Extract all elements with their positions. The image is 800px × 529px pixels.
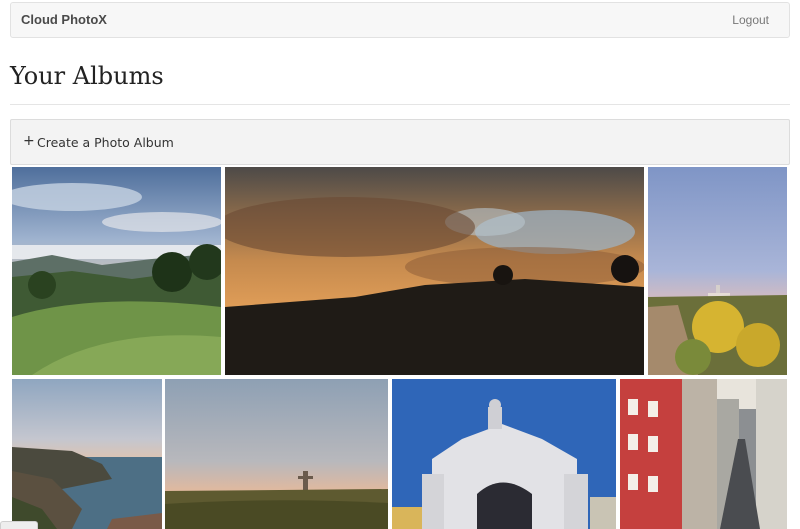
arch-photo: [392, 379, 616, 529]
lighthouse-photo: [648, 167, 787, 375]
album-thumbnail-arch[interactable]: [392, 379, 616, 529]
street-photo: [620, 379, 787, 529]
album-thumbnail-monument[interactable]: [165, 379, 388, 529]
navbar: Cloud PhotoX Logout: [10, 2, 790, 38]
monument-photo: [165, 379, 388, 529]
brand-logo[interactable]: Cloud PhotoX: [21, 12, 107, 27]
album-thumbnail-lighthouse[interactable]: [648, 167, 787, 375]
create-album-label: Create a Photo Album: [37, 135, 174, 150]
logout-link[interactable]: Logout: [732, 13, 769, 27]
album-thumbnail-street[interactable]: [620, 379, 787, 529]
corner-tab[interactable]: [0, 521, 38, 529]
page-title: Your Albums: [10, 62, 164, 90]
album-thumbnail-cliffs[interactable]: [12, 379, 162, 529]
create-album-button[interactable]: + Create a Photo Album: [10, 119, 790, 165]
meadow-photo: [12, 167, 221, 375]
album-thumbnail-sunset[interactable]: [225, 167, 644, 375]
plus-icon: +: [23, 133, 35, 149]
album-thumbnail-meadow[interactable]: [12, 167, 221, 375]
cliffs-photo: [12, 379, 162, 529]
title-divider: [10, 104, 790, 105]
sunset-photo: [225, 167, 644, 375]
